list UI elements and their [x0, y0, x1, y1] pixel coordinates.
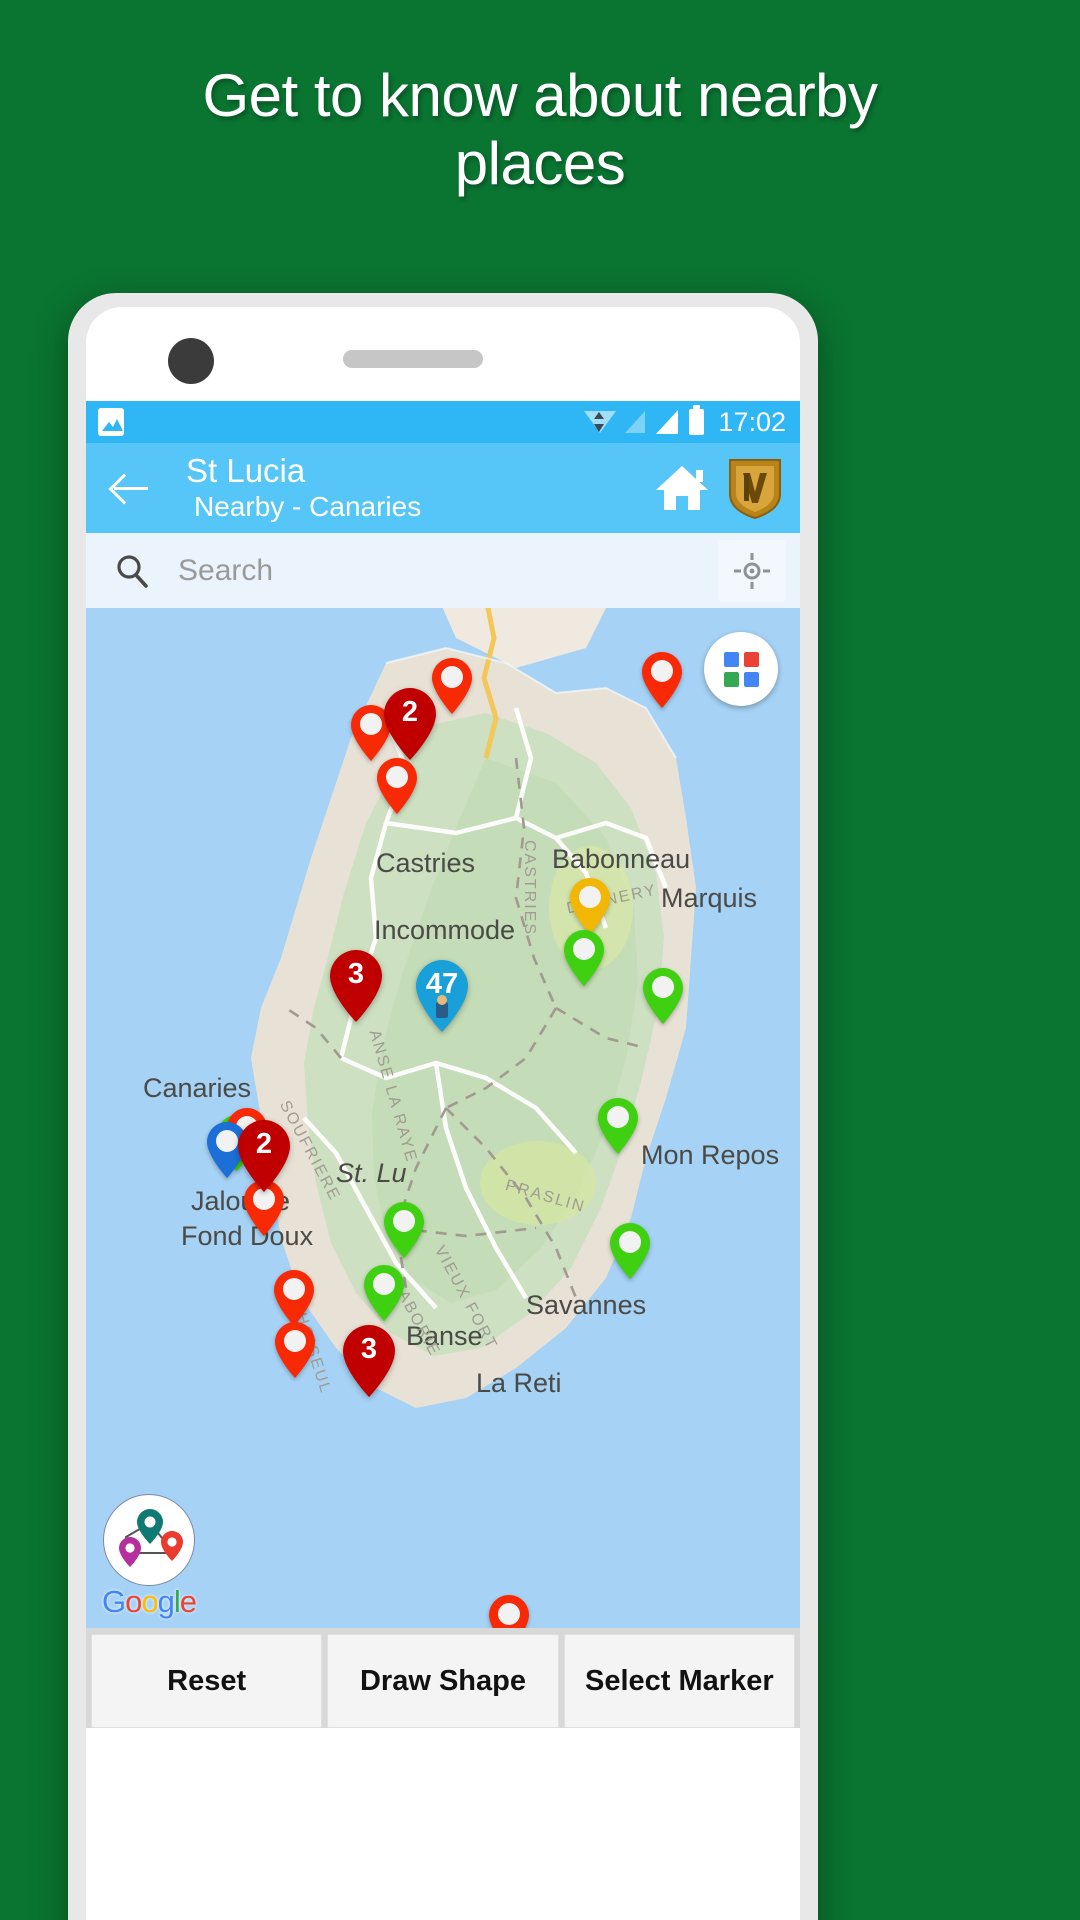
phone-screen: 17:02 St Lucia Nearby - Canaries Search …	[86, 307, 800, 1920]
map-label: Marquis	[661, 883, 758, 913]
page-title: St Lucia	[186, 451, 306, 489]
phone-frame: 17:02 St Lucia Nearby - Canaries Search …	[68, 293, 818, 1920]
map-marker-pin[interactable]	[639, 650, 685, 710]
promo-headline: Get to know about nearby places	[202, 62, 878, 198]
map-canvas[interactable]: Babonneau Castries Marquis Incommode Can…	[86, 608, 800, 1628]
map-marker-pin[interactable]	[567, 876, 613, 936]
cluster-count: 47	[425, 968, 459, 1000]
badge-icon[interactable]	[726, 456, 784, 520]
signal-empty-icon	[625, 411, 646, 433]
letter-g: G	[101, 1584, 126, 1619]
map-attribution: Google	[94, 1494, 204, 1620]
cluster-count: 2	[255, 1128, 273, 1160]
map-marker-pin[interactable]	[272, 1320, 318, 1380]
letter-o2: o	[141, 1584, 158, 1619]
status-bar-left	[98, 408, 584, 436]
status-bar: 17:02	[86, 401, 800, 443]
app-bar: St Lucia Nearby - Canaries	[86, 443, 800, 533]
camera-icon	[168, 338, 214, 384]
map-label: Incommode	[374, 915, 516, 945]
letter-o1: o	[125, 1584, 142, 1619]
cluster-count: 3	[360, 1333, 378, 1365]
map-marker-pin[interactable]	[561, 928, 607, 988]
status-time: 17:02	[718, 406, 786, 437]
map-marker-pin[interactable]	[374, 756, 420, 816]
speaker-grill	[343, 350, 483, 368]
page-subtitle: Nearby - Canaries	[194, 490, 422, 522]
map-cluster-marker[interactable]: 3	[326, 948, 386, 1024]
app-logo-icon	[103, 1494, 195, 1586]
letter-e: e	[179, 1584, 197, 1619]
map-label: Savannes	[526, 1290, 647, 1320]
draw-shape-button[interactable]: Draw Shape	[327, 1634, 559, 1728]
google-wordmark: Google	[94, 1584, 204, 1620]
map-label: Mon Repos	[641, 1140, 780, 1170]
cluster-count: 2	[401, 696, 419, 728]
map-marker-pin[interactable]	[361, 1263, 407, 1323]
map-marker-pin[interactable]	[381, 1200, 427, 1260]
map-region-label: CASTRIES	[521, 840, 538, 937]
map-cluster-marker[interactable]: 3	[339, 1323, 399, 1399]
cluster-count: 3	[347, 958, 365, 990]
my-location-icon[interactable]	[718, 539, 786, 602]
map-label: Babonneau	[552, 844, 691, 874]
map-base-layer	[86, 608, 800, 1628]
map-marker-pin[interactable]	[595, 1096, 641, 1156]
photo-icon	[98, 408, 124, 436]
bottom-button-bar: Reset Draw Shape Select Marker	[86, 1628, 800, 1728]
search-bar[interactable]: Search	[86, 533, 800, 608]
map-marker-pin[interactable]	[271, 1268, 317, 1328]
map-layers-icon[interactable]	[704, 632, 778, 706]
map-marker-pin[interactable]	[640, 966, 686, 1026]
select-marker-button[interactable]: Select Marker	[563, 1634, 795, 1728]
phone-bezel	[86, 307, 800, 401]
map-cluster-marker[interactable]: 47	[412, 958, 472, 1034]
map-marker-pin[interactable]	[486, 1593, 532, 1628]
app-bar-titles: St Lucia Nearby - Canaries	[170, 451, 650, 524]
home-icon[interactable]	[650, 456, 714, 520]
map-cluster-marker[interactable]: 2	[380, 686, 440, 762]
status-bar-right: 17:02	[584, 405, 786, 438]
signal-full-icon	[656, 410, 679, 434]
battery-icon	[689, 405, 705, 435]
search-input[interactable]: Search	[178, 554, 718, 588]
gps-icon	[584, 407, 617, 437]
map-marker-pin[interactable]	[607, 1221, 653, 1281]
search-icon	[112, 551, 152, 591]
map-cluster-marker[interactable]: 2	[234, 1118, 294, 1194]
map-label: St. Lu	[336, 1158, 407, 1188]
map-label: Canaries	[143, 1073, 252, 1103]
back-arrow-icon[interactable]	[108, 465, 154, 511]
map-label: La Reti	[476, 1368, 562, 1398]
reset-button[interactable]: Reset	[91, 1634, 323, 1728]
map-label: Castries	[376, 848, 476, 878]
letter-g2: g	[157, 1584, 175, 1619]
